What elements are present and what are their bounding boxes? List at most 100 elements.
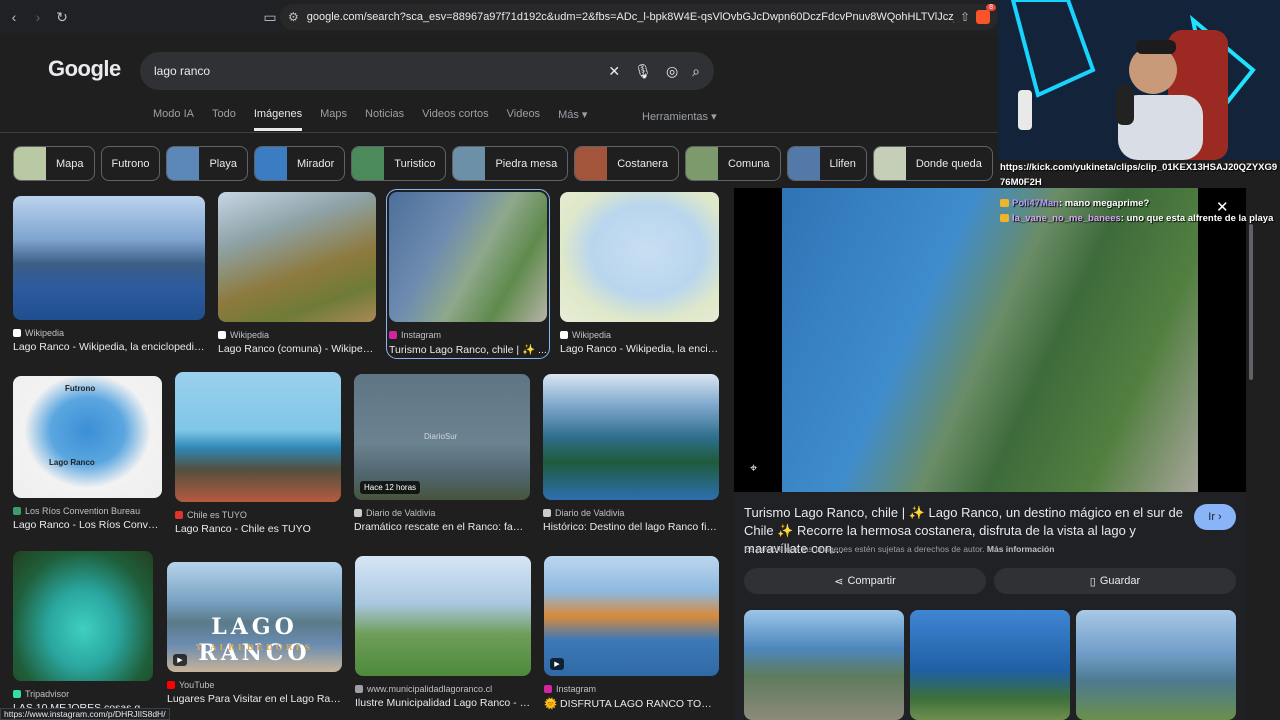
result-source[interactable]: YouTube (167, 680, 342, 690)
result-title[interactable]: Lago Ranco - Wikipedia, la enciclopedia … (13, 341, 205, 353)
result-source[interactable]: Los Ríos Convention Bureau (13, 506, 162, 516)
related-image[interactable] (1076, 610, 1236, 720)
source-name: Wikipedia (25, 328, 65, 338)
search-box[interactable]: ✕ 🎙 ◎ ⌕ (140, 52, 714, 90)
favicon-icon (175, 511, 183, 519)
chip[interactable]: Mirador (253, 146, 346, 181)
result-title[interactable]: Dramático rescate en el Ranco: famili... (354, 521, 530, 533)
save-button[interactable]: ▯ Guardar (994, 568, 1236, 594)
google-logo[interactable]: Google (48, 56, 121, 82)
tab-modo-ia[interactable]: Modo IA (153, 108, 194, 131)
preview-panel: ⌖ ✕ Turismo Lago Ranco, chile | ✨ Lago R… (734, 188, 1246, 720)
back-icon[interactable]: ‹ (4, 7, 24, 27)
result-thumbnail[interactable] (560, 192, 719, 322)
result-title[interactable]: Lago Ranco (comuna) - Wikipedi... (218, 343, 376, 355)
visit-button[interactable]: Ir › (1194, 504, 1236, 530)
preview-image[interactable]: ⌖ ✕ (734, 188, 1246, 492)
chip[interactable]: Turistico (351, 146, 447, 181)
tab-imagenes[interactable]: Imágenes (253, 108, 303, 131)
chip[interactable]: Comuna (684, 146, 781, 181)
result-source[interactable]: Diario de Valdivia (354, 508, 530, 518)
result-title[interactable]: 🌞 DISFRUTA LAGO RANCO TODO... (544, 697, 719, 710)
image-result[interactable]: Wikipedia Lago Ranco - Wikipedia, la enci… (560, 192, 719, 355)
play-icon: ▶ (550, 658, 564, 670)
tab-mas[interactable]: Más ▾ (558, 108, 587, 131)
tab-noticias[interactable]: Noticias (365, 108, 404, 131)
chip[interactable]: Mapa (13, 146, 95, 181)
image-result[interactable]: Diario de Valdivia Histórico: Destino del… (543, 374, 719, 533)
result-thumbnail[interactable] (13, 551, 153, 681)
result-source[interactable]: Diario de Valdivia (543, 508, 719, 518)
image-result[interactable]: www.municipalidadlagoranco.cl Ilustre Mun… (355, 556, 531, 709)
site-info-icon[interactable]: ⚙ (288, 10, 299, 24)
forward-icon[interactable]: › (28, 7, 48, 27)
image-result[interactable]: Chile es TUYO Lago Ranco - Chile es TUYO (175, 372, 341, 535)
scrollbar[interactable] (1249, 224, 1253, 380)
result-title[interactable]: Turismo Lago Ranco, chile | ✨ ... (389, 343, 547, 356)
result-source[interactable]: Wikipedia (560, 330, 719, 340)
related-image[interactable] (744, 610, 904, 720)
result-title[interactable]: Lago Ranco - Wikipedia, la encicl... (560, 343, 719, 355)
result-source[interactable]: Wikipedia (13, 328, 205, 338)
result-thumbnail[interactable]: Hace 12 horas DiarioSur (354, 374, 530, 500)
lens-search-icon[interactable]: ⌖ (750, 460, 757, 476)
result-title[interactable]: Lago Ranco - Chile es TUYO (175, 523, 341, 535)
image-result[interactable]: Futrono Lago Ranco Los Ríos Convention Bur… (13, 376, 162, 531)
search-input[interactable] (154, 64, 595, 78)
chip[interactable]: Llifen (786, 146, 867, 181)
tab-todo[interactable]: Todo (212, 108, 236, 131)
image-result[interactable]: Hace 12 horas DiarioSur Diario de Valdivia… (354, 374, 530, 533)
chip-label: Comuna (727, 157, 770, 170)
result-thumbnail[interactable]: Futrono Lago Ranco (13, 376, 162, 498)
search-icon[interactable]: ⌕ (692, 63, 700, 80)
tab-videos-cortos[interactable]: Videos cortos (422, 108, 488, 131)
image-result[interactable]: LAGO RANCO Y ALREDEDORES ▶ YouTube Lugares P… (167, 562, 342, 705)
clip-url: https://kick.com/yukineta/clips/clip_01K… (1000, 162, 1278, 188)
result-thumbnail[interactable]: LAGO RANCO Y ALREDEDORES ▶ (167, 562, 342, 672)
share-button[interactable]: ⋖ Compartir (744, 568, 986, 594)
result-thumbnail[interactable] (389, 192, 547, 322)
result-title[interactable]: Histórico: Destino del lago Ranco firm..… (543, 521, 719, 533)
reload-icon[interactable]: ↻ (52, 7, 72, 27)
related-image[interactable] (910, 610, 1070, 720)
address-bar[interactable]: ⚙ google.com/search?sca_esv=88967a97f71d… (280, 4, 998, 30)
result-title[interactable]: Lugares Para Visitar en el Lago Ranc... (167, 693, 342, 705)
image-result[interactable]: Wikipedia Lago Ranco (comuna) - Wikipedi.… (218, 192, 376, 355)
result-source[interactable]: www.municipalidadlagoranco.cl (355, 684, 531, 694)
clear-icon[interactable]: ✕ (608, 63, 620, 80)
chip[interactable]: Piedra mesa (452, 146, 569, 181)
result-title[interactable]: Lago Ranco - Los Ríos Conven... (13, 519, 162, 531)
result-thumbnail[interactable] (175, 372, 341, 502)
webcam-overlay (998, 0, 1280, 160)
image-result[interactable]: TripadvisorLAS 10 MEJORES cosas qu... (13, 551, 153, 714)
chip[interactable]: Costanera (574, 146, 679, 181)
result-source[interactable]: Wikipedia (218, 330, 376, 340)
tab-videos[interactable]: Videos (507, 108, 540, 131)
result-title[interactable]: Ilustre Municipalidad Lago Ranco - U... (355, 697, 531, 709)
tools-menu[interactable]: Herramientas ▾ (642, 110, 717, 123)
lens-icon[interactable]: ◎ (666, 63, 678, 80)
chip[interactable]: Playa (166, 146, 248, 181)
result-source[interactable]: Instagram (544, 684, 719, 694)
result-source[interactable]: Chile es TUYO (175, 510, 341, 520)
share-icon[interactable]: ⇧ (960, 10, 970, 24)
bookmark-icon[interactable]: ▭ (260, 7, 280, 27)
more-info-link[interactable]: Más información (987, 544, 1055, 554)
result-source[interactable]: Instagram (389, 330, 547, 340)
brave-shield-icon[interactable]: 8 (976, 4, 996, 24)
image-result[interactable]: ▶ Instagram 🌞 DISFRUTA LAGO RANCO TODO... (544, 556, 719, 710)
result-thumbnail[interactable] (543, 374, 719, 500)
badge-icon (1000, 199, 1009, 208)
favicon-icon (355, 685, 363, 693)
chip[interactable]: Donde queda (872, 146, 993, 181)
tab-maps[interactable]: Maps (320, 108, 347, 131)
result-thumbnail[interactable] (218, 192, 376, 322)
microphone-icon[interactable]: 🎙 (634, 63, 652, 80)
result-source[interactable]: Tripadvisor (13, 689, 153, 699)
image-result[interactable]: Wikipedia Lago Ranco - Wikipedia, la enci… (13, 196, 205, 353)
result-thumbnail[interactable]: ▶ (544, 556, 719, 676)
result-thumbnail[interactable] (355, 556, 531, 676)
chip[interactable]: Futrono (100, 146, 161, 181)
image-result[interactable]: Instagram Turismo Lago Ranco, chile | ✨ .… (386, 189, 550, 359)
result-thumbnail[interactable] (13, 196, 205, 320)
